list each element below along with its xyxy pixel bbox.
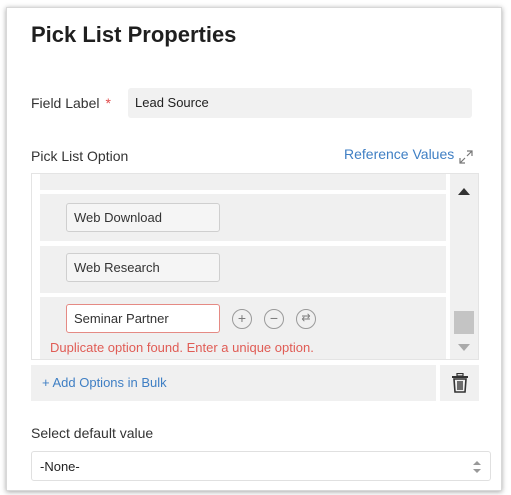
pick-list-option-title: Pick List Option [31,148,129,164]
options-scrollbar[interactable] [450,174,478,359]
plus-circle-icon[interactable]: + [232,309,252,329]
pick-list-properties-dialog: Pick List Properties Field Label * Lead S… [6,7,502,491]
dialog-title: Pick List Properties [31,22,237,47]
list-item: Web Research [40,246,446,293]
required-marker: * [105,95,111,111]
field-label-caption: Field Label * [31,95,111,111]
default-value-selected: -None- [40,459,80,474]
select-arrows-icon [473,461,481,473]
trash-icon [452,373,468,393]
minus-circle-icon[interactable]: − [264,309,284,329]
swap-circle-icon[interactable]: ⇄ [296,309,316,329]
list-item: Web Download [40,194,446,241]
options-list: Web Download Web Research Seminar Partne… [40,174,446,359]
delete-options-button[interactable] [440,365,479,401]
scroll-thumb[interactable] [454,311,474,334]
duplicate-error-message: Duplicate option found. Enter a unique o… [50,340,314,355]
default-value-label: Select default value [31,425,154,441]
reference-values-link[interactable]: Reference Values [344,146,454,162]
list-item-partial [40,174,446,190]
list-item-editing: Seminar Partner + − ⇄ Duplicate option f… [40,297,446,359]
scroll-up-arrow-icon[interactable] [458,188,470,195]
expand-icon[interactable] [458,149,474,165]
field-label-input[interactable]: Lead Source [128,88,472,118]
add-options-bulk-bar: + Add Options in Bulk [31,365,436,401]
option-input[interactable]: Web Download [66,203,220,232]
default-value-select[interactable]: -None- [31,451,491,481]
add-options-in-bulk-link[interactable]: + Add Options in Bulk [42,375,167,390]
scroll-down-arrow-icon[interactable] [458,344,470,351]
option-input-active[interactable]: Seminar Partner [66,304,220,333]
field-label-text: Field Label [31,95,100,111]
option-input[interactable]: Web Research [66,253,220,282]
pick-list-options-panel: Web Download Web Research Seminar Partne… [31,173,479,360]
